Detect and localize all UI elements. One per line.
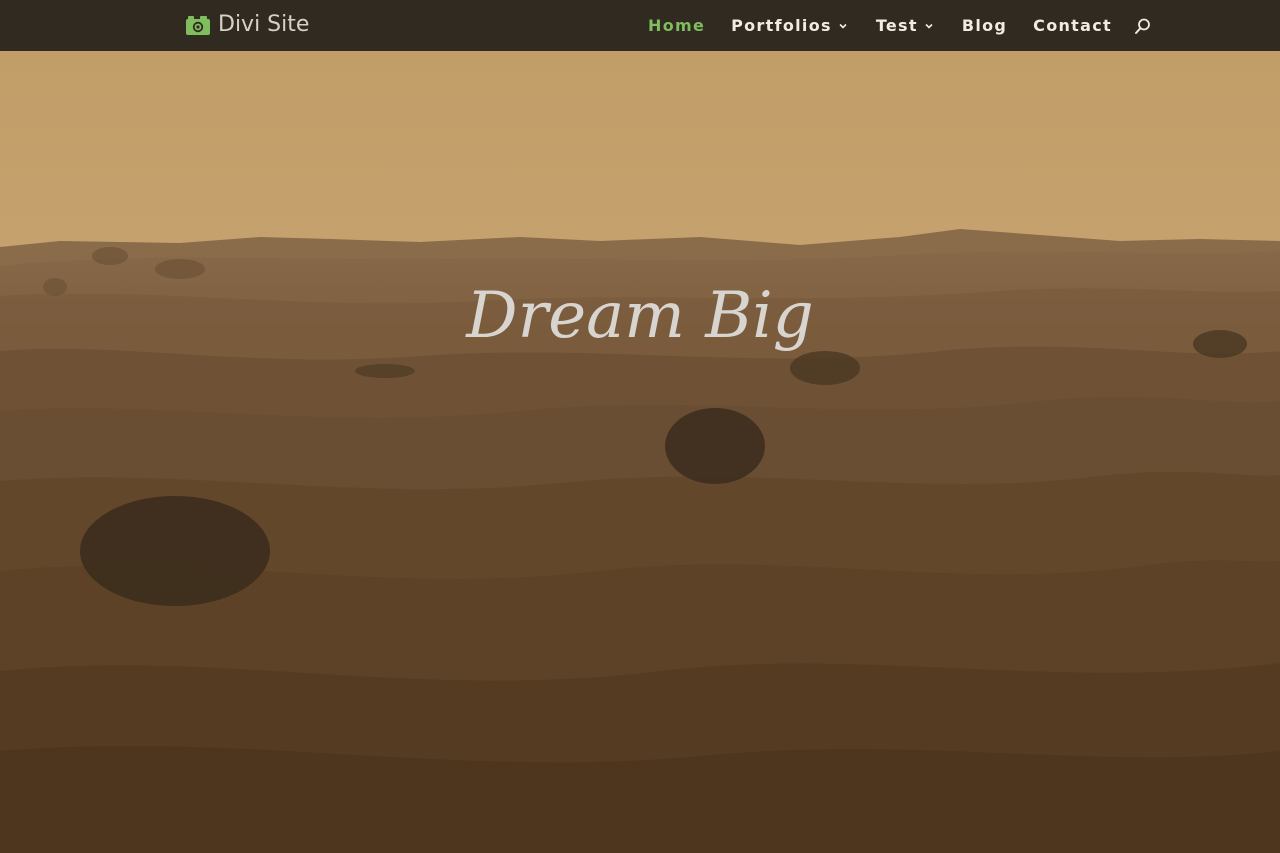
desert-dunes-image	[0, 51, 1280, 853]
nav-item-label: Blog	[961, 16, 1008, 35]
nav-item-label: Home	[648, 16, 706, 35]
nav-item-test[interactable]: Test	[876, 0, 934, 51]
chevron-down-icon	[839, 23, 847, 29]
chevron-down-icon	[925, 23, 933, 29]
site-title: Divi Site	[218, 12, 310, 37]
hero-section: Dream Big	[0, 51, 1280, 853]
site-logo[interactable]: Divi Site	[185, 10, 309, 40]
nav-item-portfolios[interactable]: Portfolios	[731, 0, 848, 51]
nav-item-label: Portfolios	[731, 16, 832, 35]
camera-icon	[186, 16, 210, 35]
nav-item-label: Contact	[1033, 16, 1112, 35]
search-icon[interactable]	[1134, 17, 1152, 35]
site-header: Divi Site Home Portfolios Test Blog Cont…	[0, 0, 1280, 51]
main-nav: Home Portfolios Test Blog Contact	[648, 0, 1152, 51]
nav-item-blog[interactable]: Blog	[962, 0, 1007, 51]
page: Divi Site Home Portfolios Test Blog Cont…	[0, 0, 1280, 853]
hero-title: Dream Big	[466, 279, 814, 353]
nav-item-home[interactable]: Home	[648, 0, 705, 51]
nav-item-label: Test	[875, 16, 918, 35]
nav-item-contact[interactable]: Contact	[1033, 0, 1112, 51]
